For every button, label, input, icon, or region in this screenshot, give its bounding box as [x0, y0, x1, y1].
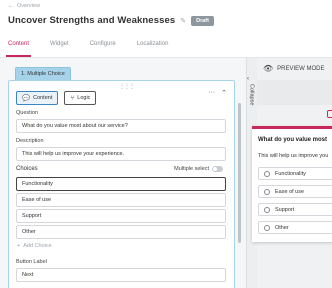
status-badge: Draft [191, 15, 214, 26]
tab-localization[interactable]: Localization [137, 33, 169, 57]
preview-option-label: Support [275, 206, 295, 213]
radio-icon [264, 206, 270, 213]
question-label: Question [16, 110, 39, 116]
preview-option-label: Functionality [275, 170, 306, 177]
tab-widget[interactable]: Widget [50, 33, 69, 57]
preview-option[interactable]: Ease of use [258, 185, 332, 198]
radio-icon [264, 188, 270, 195]
pencil-icon[interactable]: ✎ [180, 17, 186, 25]
breadcrumb[interactable]: ← Overview [8, 3, 40, 9]
tab-bar: Content Widget Configure Localization [0, 33, 332, 58]
drag-handle-icon[interactable]: ⋮⋮⋮ [119, 83, 135, 90]
description-label: Description [16, 138, 44, 144]
button-label-input[interactable]: Next [16, 268, 226, 282]
multiple-select-control[interactable]: Multiple select [174, 166, 223, 172]
more-options-icon[interactable]: ··· [208, 89, 215, 97]
preview-header: 👁 PREVIEW MODE [263, 64, 325, 73]
app-root: ← Overview Uncover Strengths and Weaknes… [0, 0, 332, 288]
preview-option[interactable]: Support [258, 203, 332, 216]
choice-input[interactable]: Ease of use [16, 193, 226, 207]
eye-icon: 👁 [263, 64, 274, 73]
title-row: Uncover Strengths and Weaknesses ✎ Draft [8, 15, 214, 26]
card-controls: ··· ⌃ [208, 89, 227, 97]
back-arrow-icon[interactable]: ← [8, 3, 14, 9]
page-title: Uncover Strengths and Weaknesses [8, 15, 176, 26]
editor-area: 1. Multiple Choice ⋮⋮⋮ ··· ⌃ 💬 Content ⑂… [0, 58, 246, 288]
preview-question: What do you value most [258, 137, 328, 143]
button-label-label: Button Label [16, 259, 47, 265]
preview-option-label: Ease of use [275, 188, 305, 195]
choice-input[interactable]: Support [16, 209, 226, 223]
step-tab[interactable]: 1. Multiple Choice [15, 67, 71, 80]
radio-icon [264, 170, 270, 177]
preview-option[interactable]: Functionality [258, 167, 332, 180]
add-choice-button[interactable]: + Add Choice [17, 243, 52, 249]
logic-button-label: Logic [77, 95, 91, 101]
description-input[interactable]: This will help us improve your experienc… [16, 147, 226, 161]
preview-toolbar [257, 80, 332, 105]
multiple-select-label: Multiple select [174, 166, 209, 172]
content-button[interactable]: 💬 Content [16, 91, 59, 105]
preview-description: This will help us improve you [258, 153, 329, 159]
collapse-label[interactable]: Collapse [246, 84, 257, 105]
content-button-label: Content [33, 95, 53, 101]
preview-card: What do you value most This will help us… [252, 126, 332, 242]
preview-mode-label: PREVIEW MODE [277, 65, 325, 72]
tab-configure[interactable]: Configure [90, 33, 116, 57]
multiple-select-toggle[interactable] [212, 166, 223, 172]
choice-input[interactable]: Other [16, 225, 226, 239]
add-choice-label: Add Choice [23, 243, 52, 249]
preview-widget-icon[interactable] [327, 110, 332, 118]
question-card: ⋮⋮⋮ ··· ⌃ 💬 Content ⑂ Logic Question Wha… [8, 80, 235, 288]
branch-icon: ⑂ [70, 94, 75, 102]
preview-option-label: Other [275, 224, 289, 231]
chevron-up-icon[interactable]: ⌃ [221, 89, 227, 97]
question-input[interactable]: What do you value most about our service… [16, 119, 226, 133]
tab-content[interactable]: Content [5, 33, 32, 57]
scrollbar[interactable] [238, 103, 241, 243]
radio-icon [264, 224, 270, 231]
editor-mode-buttons: 💬 Content ⑂ Logic [16, 91, 97, 105]
choice-input[interactable]: Functionality [16, 177, 226, 191]
speech-bubble-icon: 💬 [22, 95, 31, 102]
logic-button[interactable]: ⑂ Logic [64, 91, 97, 105]
choices-label: Choices [16, 166, 38, 172]
preview-option[interactable]: Other [258, 221, 332, 234]
breadcrumb-label[interactable]: Overview [17, 3, 40, 9]
chevron-left-icon[interactable]: ‹ [247, 76, 249, 82]
plus-icon: + [17, 243, 21, 249]
